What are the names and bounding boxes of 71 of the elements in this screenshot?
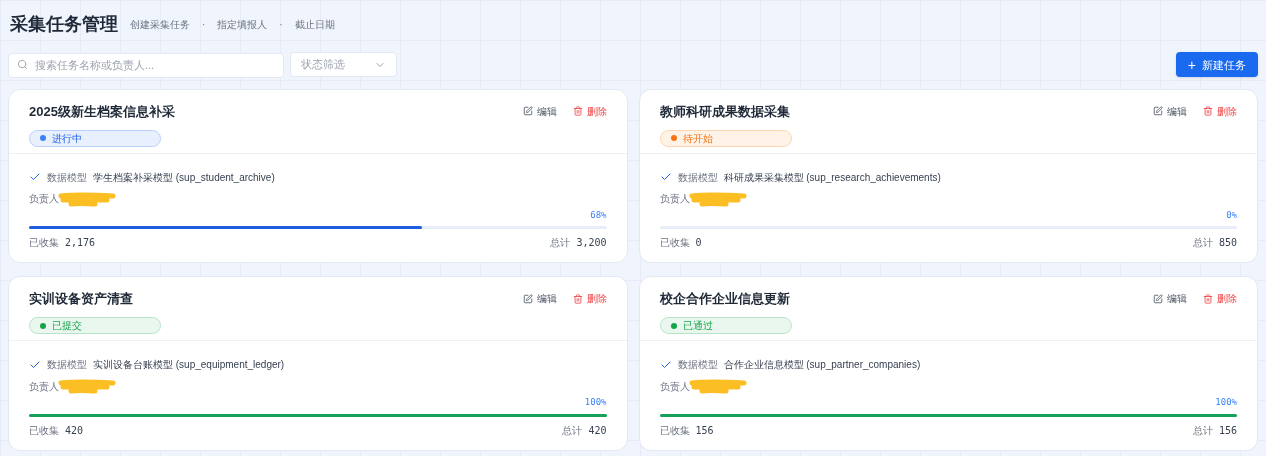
model-name: 科研成果采集模型 (sup_research_achievements) bbox=[723, 170, 941, 185]
total-count: 3,200 bbox=[576, 236, 607, 250]
model-name: 学生档案补采模型 (sup_student_archive) bbox=[93, 170, 275, 185]
subtitle-text: 指定填报人 bbox=[217, 18, 268, 32]
total-count: 420 bbox=[588, 423, 607, 438]
collected-label: 已收集 bbox=[29, 423, 59, 438]
progress-percent: 68% bbox=[590, 208, 607, 222]
edit-icon bbox=[522, 293, 533, 304]
trash-icon bbox=[1203, 106, 1213, 116]
check-icon bbox=[659, 171, 672, 183]
subtitle-text: 创建采集任务 bbox=[130, 18, 190, 32]
delete-button[interactable]: 删除 bbox=[572, 103, 607, 119]
edit-button[interactable]: 编辑 bbox=[1153, 103, 1187, 119]
delete-button[interactable]: 删除 bbox=[1203, 103, 1237, 119]
redaction-mark bbox=[57, 378, 117, 394]
subtitle-text: · bbox=[279, 18, 283, 32]
status-label: 进行中 bbox=[52, 131, 82, 146]
status-filter-dropdown[interactable]: 状态筛选 bbox=[290, 52, 397, 77]
owner-label: 负责人 bbox=[29, 379, 59, 394]
collected-count: 420 bbox=[65, 423, 84, 438]
owner-label: 负责人 bbox=[29, 192, 59, 206]
trash-icon bbox=[572, 293, 583, 304]
status-label: 待开始 bbox=[682, 131, 713, 146]
model-name: 实训设备台账模型 (sup_equipment_ledger) bbox=[93, 358, 285, 372]
total-label: 总计 bbox=[550, 236, 571, 250]
search-icon bbox=[17, 59, 28, 70]
edit-button[interactable]: 编辑 bbox=[1153, 291, 1187, 306]
total-label: 总计 bbox=[1192, 236, 1213, 250]
task-title: 实训设备资产清查 bbox=[29, 290, 134, 308]
status-label: 已通过 bbox=[682, 319, 713, 333]
task-title: 教师科研成果数据采集 bbox=[659, 102, 791, 121]
edit-button[interactable]: 编辑 bbox=[522, 103, 557, 119]
collected-count: 2,176 bbox=[65, 236, 96, 250]
delete-button[interactable]: 删除 bbox=[1203, 291, 1237, 306]
plus-icon: + bbox=[1187, 57, 1196, 72]
status-label: 已提交 bbox=[52, 319, 82, 333]
search-field[interactable]: 搜索任务名称或负责人... bbox=[8, 52, 284, 78]
total-label: 总计 bbox=[562, 423, 583, 438]
collected-count: 156 bbox=[695, 423, 714, 438]
page-title: 采集任务管理 bbox=[10, 13, 118, 36]
new-task-button[interactable]: + 新建任务 bbox=[1175, 52, 1258, 78]
model-label: 数据模型 bbox=[47, 358, 87, 372]
progress-percent: 100% bbox=[1215, 396, 1237, 409]
edit-icon bbox=[1153, 293, 1163, 304]
edit-icon bbox=[522, 106, 533, 116]
model-name: 合作企业信息模型 (sup_partner_companies) bbox=[723, 358, 921, 372]
total-count: 850 bbox=[1218, 236, 1237, 250]
subtitle-text: 截止日期 bbox=[294, 18, 335, 32]
edit-icon bbox=[1153, 106, 1163, 116]
collected-count: 0 bbox=[695, 236, 702, 250]
progress-percent: 0% bbox=[1226, 208, 1237, 222]
total-count: 156 bbox=[1218, 423, 1237, 438]
total-label: 总计 bbox=[1192, 423, 1213, 438]
delete-button[interactable]: 删除 bbox=[572, 291, 607, 306]
collected-label: 已收集 bbox=[659, 423, 690, 438]
progress-percent: 100% bbox=[584, 396, 607, 409]
model-label: 数据模型 bbox=[677, 358, 718, 372]
subtitle-text: · bbox=[202, 18, 206, 32]
redaction-mark bbox=[57, 190, 117, 207]
edit-button[interactable]: 编辑 bbox=[522, 291, 557, 306]
task-title: 校企合作企业信息更新 bbox=[659, 290, 791, 308]
collected-label: 已收集 bbox=[29, 236, 59, 250]
model-label: 数据模型 bbox=[47, 170, 87, 185]
trash-icon bbox=[572, 106, 583, 116]
trash-icon bbox=[1203, 293, 1213, 304]
collected-label: 已收集 bbox=[659, 236, 690, 250]
check-icon bbox=[29, 171, 41, 183]
owner-label: 负责人 bbox=[659, 192, 690, 206]
owner-label: 负责人 bbox=[659, 379, 690, 394]
model-label: 数据模型 bbox=[677, 170, 718, 185]
task-title: 2025级新生档案信息补采 bbox=[29, 102, 175, 121]
